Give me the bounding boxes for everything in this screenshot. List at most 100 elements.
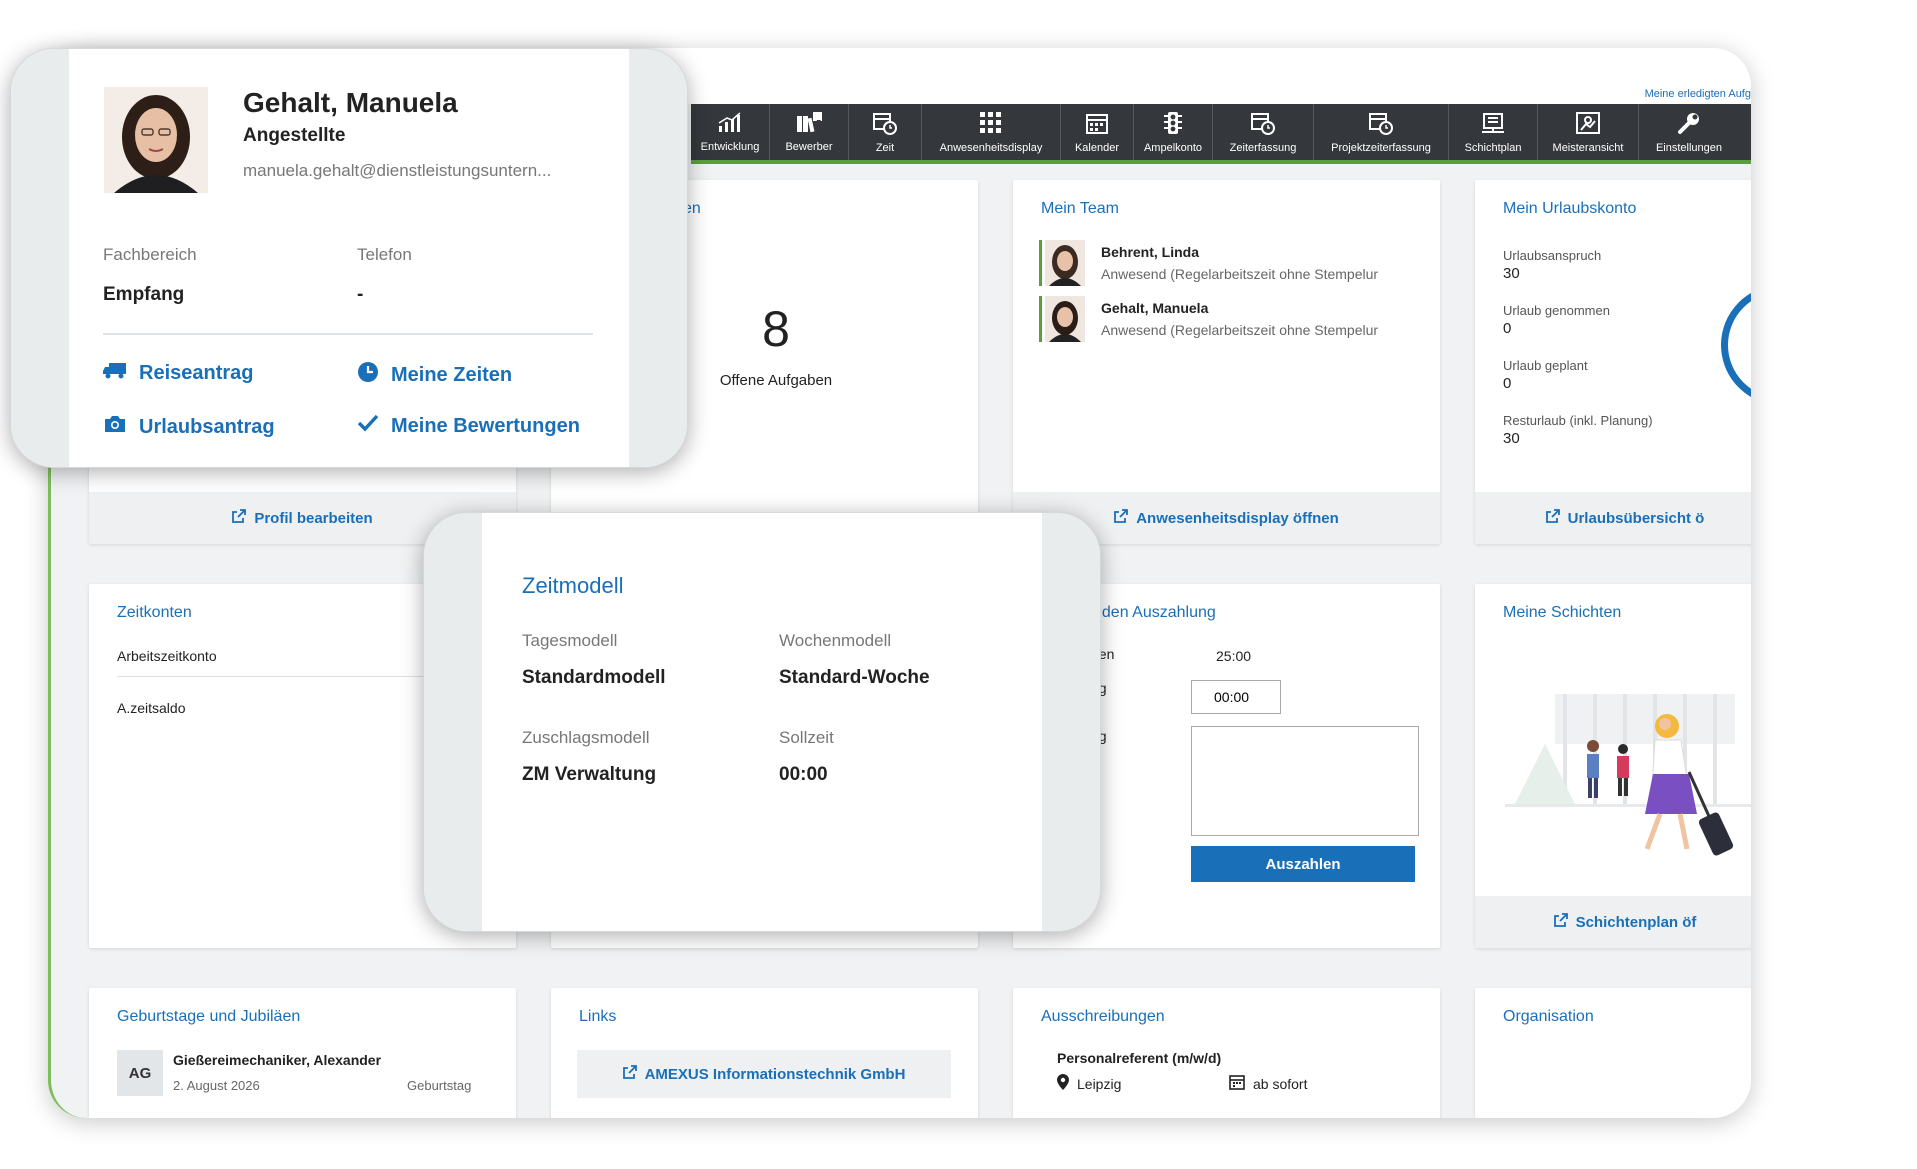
time-account-row[interactable]: Arbeitszeitkonto (117, 648, 217, 664)
toolbar-label: Entwicklung (700, 140, 760, 153)
popup-side-strip (629, 49, 687, 467)
vacation-donut (1721, 285, 1751, 405)
vacation-overview-link[interactable]: Urlaubsübersicht ö (1475, 492, 1751, 544)
toolbar-einstellungen[interactable]: Einstellungen (1639, 104, 1739, 160)
time-model-title: Zeitmodell (522, 573, 624, 598)
toolbar-zeiterfassung[interactable]: Zeiterfassung (1213, 104, 1314, 160)
open-tasks-label: Offene Aufgaben (719, 372, 833, 389)
shift-plan-link[interactable]: Schichtenplan öf (1475, 896, 1751, 948)
member-status: Anwesend (Regelarbeitszeit ohne Stempelu… (1101, 266, 1379, 282)
time-account-row[interactable]: A.zeitsaldo (117, 700, 185, 716)
target-time-label: Sollzeit (779, 728, 834, 747)
surcharge-model-value: ZM Verwaltung (522, 764, 657, 785)
company-link[interactable]: AMEXUS Informationstechnik GmbH (577, 1050, 951, 1098)
vacation-value: 0 (1503, 320, 1512, 337)
job-start-text: ab sofort (1253, 1075, 1308, 1092)
vacation-value: 30 (1503, 430, 1520, 447)
target-time-value: 00:00 (779, 764, 828, 785)
payout-hours-input[interactable] (1191, 680, 1281, 714)
shifts-card: Meine Schichten Schichtenplan öf (1475, 584, 1751, 948)
links-card: Links AMEXUS Informationstechnik GmbH (551, 988, 978, 1118)
chart-icon (717, 111, 743, 139)
surcharge-model-label: Zuschlagsmodell (522, 728, 650, 747)
external-link-icon (622, 1065, 637, 1083)
truck-icon (103, 361, 127, 385)
time-accounts-title: Zeitkonten (117, 604, 192, 621)
company-link-label: AMEXUS Informationstechnik GmbH (644, 1065, 906, 1083)
time-icon (872, 111, 898, 140)
camera-icon (103, 414, 127, 440)
popup-side-strip (1042, 513, 1100, 931)
vacation-label: Urlaub geplant (1503, 358, 1588, 373)
presence-display-label: Anwesenheitsdisplay öffnen (1136, 509, 1339, 527)
travel-request-link[interactable]: Reiseantrag (103, 361, 254, 385)
vacation-title: Mein Urlaubskonto (1503, 200, 1637, 217)
organisation-card: Organisation (1475, 988, 1751, 1118)
vacation-value: 30 (1503, 265, 1520, 282)
vacation-value: 0 (1503, 375, 1512, 392)
links-title: Links (579, 1008, 617, 1025)
vacation-row: Urlaub genommen 0 (1503, 303, 1610, 337)
team-card: Mein Team Behrent, Linda Anwesend (Regel… (1013, 180, 1440, 544)
team-member[interactable]: Gehalt, Manuela Anwesend (Regelarbeitsze… (1039, 296, 1419, 344)
shifts-title: Meine Schichten (1503, 604, 1622, 621)
toolbar-label: Zeiterfassung (1229, 141, 1297, 154)
toolbar-label: Meisteransicht (1552, 141, 1624, 154)
vacation-row: Resturlaub (inkl. Planung) 30 (1503, 413, 1653, 447)
vacation-row: Urlaub geplant 0 (1503, 358, 1588, 392)
project-time-icon (1368, 111, 1394, 140)
vacation-label: Urlaub genommen (1503, 303, 1610, 318)
team-member[interactable]: Behrent, Linda Anwesend (Regelarbeitszei… (1039, 240, 1419, 288)
birthdays-card: Geburtstage und Jubiläen AG Gießereimech… (89, 988, 516, 1118)
main-toolbar: Entwicklung 7 Bewerber Zeit Anwesenheits… (691, 104, 1751, 164)
grid-icon (979, 111, 1003, 140)
member-name: Gehalt, Manuela (1101, 300, 1209, 316)
toolbar-label: Anwesenheitsdisplay (939, 141, 1043, 154)
presence-bar (1039, 296, 1042, 342)
telefon-value: - (357, 284, 364, 305)
job-item[interactable]: Personalreferent (m/w/d) Leipzig ab sofo… (1057, 1050, 1417, 1110)
team-title: Mein Team (1041, 200, 1119, 217)
popup-side-strip (11, 49, 69, 467)
toolbar-anwesenheitsdisplay[interactable]: Anwesenheitsdisplay (922, 104, 1061, 160)
external-link-icon (1114, 509, 1129, 527)
profile-email[interactable]: manuela.gehalt@dienstleistungsuntern... (243, 161, 551, 181)
birthday-row[interactable]: AG Gießereimechaniker, Alexander 2. Augu… (117, 1050, 497, 1098)
toolbar-projektzeiterfassung[interactable]: Projektzeiterfassung (1314, 104, 1449, 160)
my-times-link[interactable]: Meine Zeiten (357, 361, 512, 389)
calendar-icon (1229, 1074, 1245, 1093)
open-tasks-count[interactable]: 8 (701, 300, 851, 358)
toolbar-kalender[interactable]: Kalender (1061, 104, 1134, 160)
payout-title: nden Auszahlung (1093, 604, 1216, 621)
shift-plan-label: Schichtenplan öf (1575, 913, 1697, 931)
my-ratings-link[interactable]: Meine Bewertungen (357, 414, 580, 438)
map-pin-icon (1057, 1074, 1069, 1093)
payout-button[interactable]: Auszahlen (1191, 846, 1415, 882)
divider (103, 333, 593, 335)
toolbar-ampelkonto[interactable]: Ampelkonto (1134, 104, 1213, 160)
toolbar-schichtplan[interactable]: Schichtplan (1449, 104, 1538, 160)
fachbereich-label: Fachbereich (103, 245, 197, 264)
fachbereich-value: Empfang (103, 284, 185, 305)
time-tracking-icon (1250, 111, 1276, 140)
birthday-date: 2. August 2026 (173, 1078, 260, 1093)
birthday-type: Geburtstag (407, 1078, 472, 1093)
toolbar-meisteransicht[interactable]: Meisteransicht (1538, 104, 1639, 160)
toolbar-entwicklung[interactable]: Entwicklung (691, 104, 770, 160)
toolbar-zeit[interactable]: Zeit (849, 104, 922, 160)
wrench-icon (1677, 111, 1701, 140)
week-model-label: Wochenmodell (779, 631, 892, 650)
avatar (1045, 240, 1085, 286)
calendar-icon (1085, 111, 1109, 140)
payout-comment-textarea[interactable] (1191, 726, 1419, 836)
vacation-request-link[interactable]: Urlaubsantrag (103, 414, 275, 440)
jobs-card: Ausschreibungen Personalreferent (m/w/d)… (1013, 988, 1440, 1118)
vacation-label: Urlaubsanspruch (1503, 248, 1602, 263)
member-status: Anwesend (Regelarbeitszeit ohne Stempelu… (1101, 322, 1379, 338)
my-times-label: Meine Zeiten (391, 363, 513, 386)
vacation-row: Urlaubsanspruch 30 (1503, 248, 1601, 282)
my-ratings-label: Meine Bewertungen (391, 414, 580, 437)
toolbar-bewerber[interactable]: 7 Bewerber (770, 104, 849, 160)
profile-name: Gehalt, Manuela (243, 87, 458, 118)
done-tasks-link[interactable]: Meine erledigten Aufg (1645, 88, 1751, 100)
